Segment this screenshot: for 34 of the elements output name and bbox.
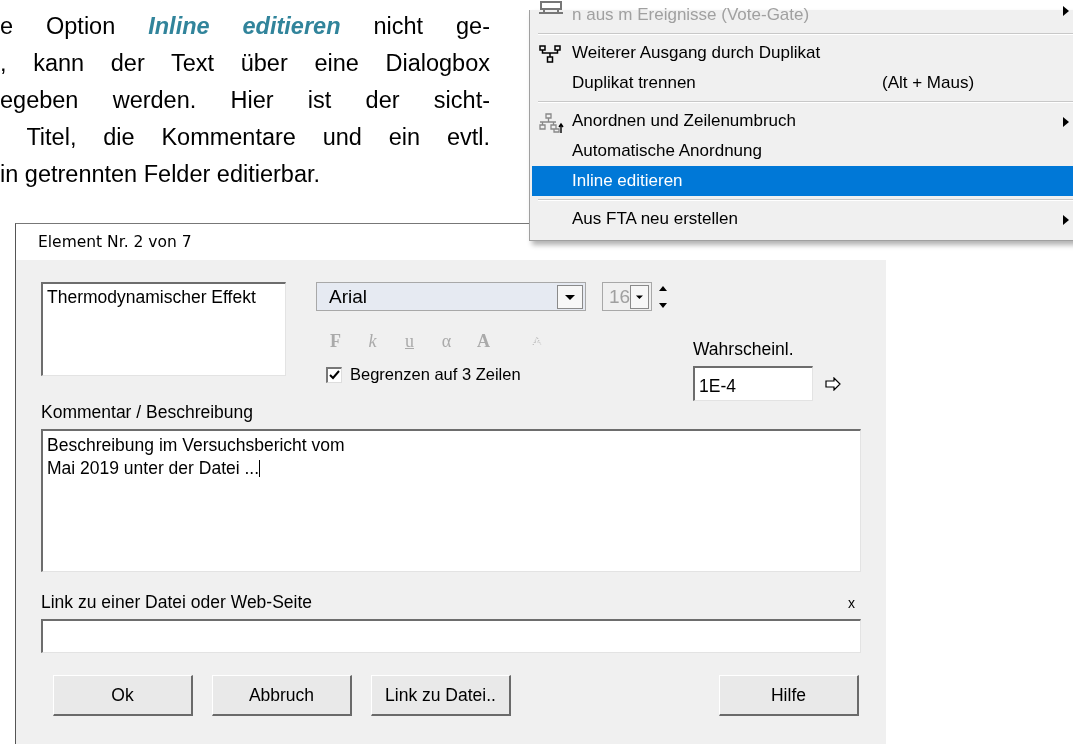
body-text-line: in getrennten Felder editierbar. (0, 160, 322, 189)
clear-button[interactable]: x (842, 594, 861, 611)
font-select[interactable]: Arial (316, 282, 586, 311)
body-text-line: Titel, die Kommentare und ein evtl. (25, 123, 490, 152)
shortcut-text: (Alt + Maus) (882, 73, 975, 93)
hierarchy-icon (538, 113, 564, 135)
probability-field[interactable]: 1E-4 (693, 366, 813, 401)
gate-icon (538, 0, 564, 14)
checkbox[interactable] (326, 366, 342, 383)
title-field[interactable]: Thermodynamischer Effekt (41, 282, 286, 376)
dialog-button[interactable]: Hilfe (719, 675, 859, 716)
body-text-line: , kann der Text über eine Dialogbox (0, 49, 490, 78)
menu-item[interactable]: Anordnen und Zeilenumbruch (532, 106, 1073, 136)
menu-item[interactable]: Weiterer Ausgang durch Duplikat (532, 38, 1073, 68)
menu-item[interactable]: Inline editieren (532, 166, 1073, 196)
tree-icon (538, 45, 564, 65)
dialog-button[interactable]: Link zu Datei.. (371, 675, 511, 716)
checkbox-label: Begrenzen auf 3 Zeilen (350, 365, 521, 384)
menu-item[interactable]: Duplikat trennen (Alt + Maus) (532, 68, 1073, 98)
probability-label: Wahrscheinl. (693, 339, 795, 360)
body-text-line: e Option Inline editieren nicht ge- (0, 12, 490, 41)
link-label: Link zu einer Datei oder Web-Seite (41, 592, 313, 613)
body-text-line: egeben werden. Hier ist der sicht- (0, 86, 490, 115)
submenu-arrow-icon (1063, 6, 1069, 16)
link-field[interactable] (41, 619, 861, 653)
submenu-arrow-icon (1063, 117, 1069, 127)
menu-item[interactable]: Automatische Anordnung (532, 136, 1073, 166)
arrow-right-icon[interactable] (825, 376, 841, 391)
dropdown-button[interactable] (557, 284, 583, 309)
submenu-arrow-icon (1063, 215, 1069, 225)
dialog-button[interactable]: Ok (53, 675, 193, 716)
comment-field[interactable]: Beschreibung im Versuchsbericht vom Mai 2019 unter der Datei ... (41, 429, 861, 572)
dialog-button[interactable]: Abbruch (212, 675, 352, 716)
comment-label: Kommentar / Beschreibung (41, 402, 255, 423)
